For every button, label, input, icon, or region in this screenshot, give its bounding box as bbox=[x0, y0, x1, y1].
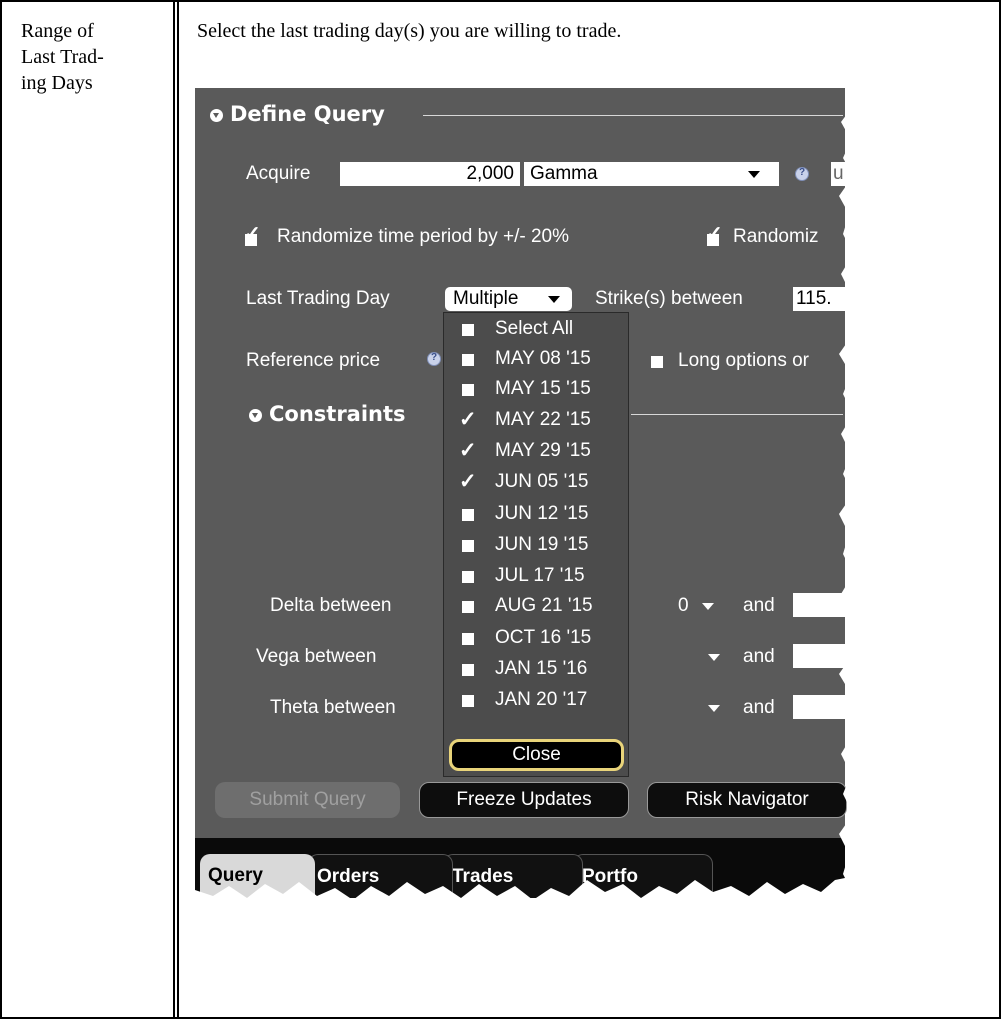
checkbox[interactable] bbox=[462, 695, 474, 707]
collapse-icon[interactable] bbox=[249, 409, 262, 422]
popup-item-date[interactable]: JAN 15 '16 bbox=[444, 656, 628, 686]
row-description: Select the last trading day(s) you are w… bbox=[197, 20, 622, 42]
popup-item-label: Select All bbox=[495, 318, 574, 339]
popup-item-date[interactable]: JUL 17 '15 bbox=[444, 563, 628, 593]
help-icon[interactable] bbox=[427, 352, 441, 366]
section-rule bbox=[631, 414, 843, 415]
popup-item-date[interactable]: OCT 16 '15 bbox=[444, 625, 628, 655]
popup-item-label: MAY 15 '15 bbox=[495, 378, 591, 399]
acquire-measure-select[interactable]: Gamma bbox=[524, 162, 779, 186]
popup-item-date[interactable]: JAN 20 '17 bbox=[444, 687, 628, 717]
popup-item-date[interactable]: JUN 19 '15 bbox=[444, 532, 628, 562]
torn-edge-right bbox=[839, 88, 855, 918]
constraints-title: Constraints bbox=[269, 402, 406, 426]
check-icon[interactable]: ✓ bbox=[459, 409, 477, 430]
column-divider bbox=[177, 2, 179, 1017]
submit-query-button[interactable]: Submit Query bbox=[215, 782, 400, 818]
checkbox[interactable] bbox=[462, 384, 474, 396]
popup-item-label: AUG 21 '15 bbox=[495, 595, 593, 616]
popup-item-date[interactable]: ✓ JUN 05 '15 bbox=[444, 469, 628, 499]
last-trading-day-select[interactable]: Multiple bbox=[445, 287, 572, 311]
checkbox[interactable] bbox=[462, 664, 474, 676]
checkbox[interactable] bbox=[462, 571, 474, 583]
long-options-label: Long options or bbox=[678, 350, 809, 371]
column-divider bbox=[173, 2, 175, 1017]
popup-item-label: JAN 20 '17 bbox=[495, 689, 588, 710]
popup-item-select-all[interactable]: Select All bbox=[444, 316, 628, 346]
popup-item-label: MAY 22 '15 bbox=[495, 409, 591, 430]
define-query-title: Define Query bbox=[230, 102, 385, 126]
popup-item-date[interactable]: ✓ MAY 29 '15 bbox=[444, 438, 628, 468]
checkbox[interactable] bbox=[462, 509, 474, 521]
and-label: and bbox=[743, 697, 775, 718]
chevron-down-icon[interactable] bbox=[708, 705, 720, 712]
acquire-quantity-value: 2,000 bbox=[466, 163, 514, 184]
theta-label: Theta between bbox=[270, 697, 396, 718]
chevron-down-icon bbox=[548, 296, 560, 303]
popup-item-label: MAY 29 '15 bbox=[495, 440, 591, 461]
popup-item-label: OCT 16 '15 bbox=[495, 627, 592, 648]
checkbox[interactable] bbox=[462, 540, 474, 552]
check-icon[interactable]: ✓ bbox=[459, 440, 477, 461]
checkbox[interactable] bbox=[462, 601, 474, 613]
torn-edge-bottom bbox=[195, 876, 855, 918]
delta-label: Delta between bbox=[270, 595, 392, 616]
long-options-checkbox[interactable] bbox=[651, 356, 663, 368]
popup-item-date[interactable]: MAY 08 '15 bbox=[444, 346, 628, 376]
vega-label: Vega between bbox=[256, 646, 377, 667]
check-icon: ✓ bbox=[706, 223, 723, 245]
popup-item-label: JUL 17 '15 bbox=[495, 565, 585, 586]
popup-item-label: JAN 15 '16 bbox=[495, 658, 588, 679]
close-button[interactable]: Close bbox=[449, 739, 624, 771]
checkbox[interactable] bbox=[462, 354, 474, 366]
chevron-down-icon[interactable] bbox=[702, 603, 714, 610]
check-icon: ✓ bbox=[244, 223, 261, 245]
randomize-time-label: Randomize time period by +/- 20% bbox=[277, 226, 570, 247]
strikes-label: Strike(s) between bbox=[595, 288, 743, 309]
chevron-down-icon bbox=[748, 171, 760, 178]
last-trading-day-popup: Select All MAY 08 '15 MAY 15 '15 ✓ MAY 2… bbox=[443, 312, 629, 777]
popup-item-date[interactable]: MAY 15 '15 bbox=[444, 376, 628, 406]
checkbox[interactable] bbox=[462, 324, 474, 336]
popup-item-label: JUN 05 '15 bbox=[495, 471, 589, 492]
popup-item-label: MAY 08 '15 bbox=[495, 348, 591, 369]
risk-navigator-button[interactable]: Risk Navigator bbox=[647, 782, 847, 818]
popup-item-date[interactable]: JUN 12 '15 bbox=[444, 501, 628, 531]
chevron-down-icon[interactable] bbox=[708, 654, 720, 661]
popup-item-date[interactable]: AUG 21 '15 bbox=[444, 593, 628, 623]
help-icon[interactable] bbox=[795, 167, 809, 181]
delta-low-value: 0 bbox=[678, 595, 689, 616]
popup-item-date[interactable]: ✓ MAY 22 '15 bbox=[444, 407, 628, 437]
section-rule bbox=[423, 115, 843, 116]
and-label: and bbox=[743, 595, 775, 616]
acquire-label: Acquire bbox=[246, 163, 311, 184]
check-icon[interactable]: ✓ bbox=[459, 471, 477, 492]
document-table: Range of Last Trad- ing Days Select the … bbox=[0, 0, 1001, 1019]
popup-item-label: JUN 19 '15 bbox=[495, 534, 589, 555]
freeze-updates-button[interactable]: Freeze Updates bbox=[419, 782, 629, 818]
screenshot-figure: Define Query Acquire 2,000 Gamma u ✓ Ran… bbox=[195, 88, 855, 918]
acquire-quantity-input[interactable]: 2,000 bbox=[340, 162, 520, 186]
collapse-icon[interactable] bbox=[210, 109, 223, 122]
reference-price-label: Reference price bbox=[246, 350, 381, 371]
checkbox[interactable] bbox=[462, 633, 474, 645]
row-label: Range of Last Trad- ing Days bbox=[21, 20, 104, 94]
popup-item-label: JUN 12 '15 bbox=[495, 503, 589, 524]
randomize-size-label: Randomiz bbox=[733, 226, 819, 247]
last-trading-day-value: Multiple bbox=[453, 288, 519, 309]
and-label: and bbox=[743, 646, 775, 667]
last-trading-day-label: Last Trading Day bbox=[246, 288, 390, 309]
acquire-measure-value: Gamma bbox=[530, 163, 598, 184]
